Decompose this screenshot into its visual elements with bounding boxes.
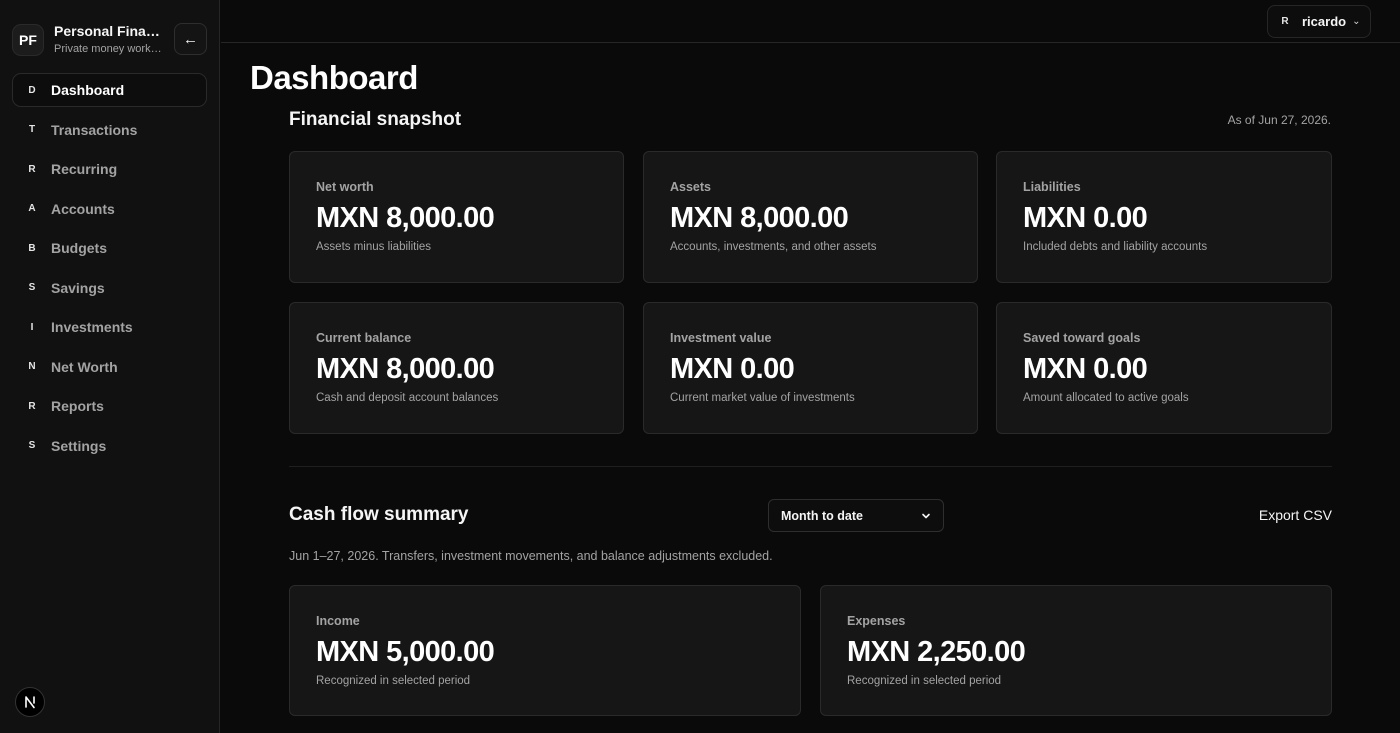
sidebar-item-label: Reports xyxy=(51,398,104,414)
current-balance-card: Current balance MXN 8,000.00 Cash and de… xyxy=(289,302,624,434)
brand-logo: PF xyxy=(12,24,44,56)
sidebar-item-accounts[interactable]: A Accounts xyxy=(12,192,207,226)
card-description: Recognized in selected period xyxy=(316,675,471,687)
financial-snapshot-title: Financial snapshot xyxy=(289,109,462,130)
arrow-left-icon: ← xyxy=(183,30,198,48)
recurring-icon: R xyxy=(28,163,36,175)
sidebar-item-label: Net Worth xyxy=(51,358,118,375)
transactions-icon: T xyxy=(28,124,36,135)
sidebar-item-savings[interactable]: S Savings xyxy=(12,271,207,305)
avatar: R xyxy=(1281,16,1289,27)
card-description: Cash and deposit account balances xyxy=(316,392,499,404)
brand-subtitle: Private money workspace xyxy=(54,43,166,55)
card-value: MXN 8,000.00 xyxy=(316,202,495,234)
sidebar-item-transactions[interactable]: T Transactions xyxy=(12,113,207,147)
period-select[interactable]: Month to date xyxy=(768,499,944,532)
export-csv-button[interactable]: Export CSV xyxy=(1259,507,1332,523)
card-description: Accounts, investments, and other assets xyxy=(670,241,877,253)
topbar: R ricardo ⌄ xyxy=(221,0,1400,43)
sidebar-item-label: Settings xyxy=(51,437,107,454)
card-value: MXN 0.00 xyxy=(1023,202,1148,234)
sidebar-item-reports[interactable]: R Reports xyxy=(12,389,207,423)
brand-text: Personal Finance Private money workspace xyxy=(54,23,166,57)
card-value: MXN 8,000.00 xyxy=(670,202,849,234)
sidebar-item-investments[interactable]: I Investments xyxy=(12,310,207,344)
nextjs-logo-icon xyxy=(25,696,35,709)
card-label: Investment value xyxy=(670,331,772,345)
sidebar-item-net-worth[interactable]: N Net Worth xyxy=(12,350,207,384)
chevron-down-icon: ⌄ xyxy=(1352,16,1361,27)
card-value: MXN 0.00 xyxy=(1023,353,1148,385)
card-label: Liabilities xyxy=(1023,180,1081,194)
card-value: MXN 2,250.00 xyxy=(847,636,1026,668)
sidebar-item-label: Savings xyxy=(51,279,105,296)
liabilities-card: Liabilities MXN 0.00 Included debts and … xyxy=(996,151,1332,283)
card-value: MXN 0.00 xyxy=(670,353,795,385)
period-select-value: Month to date xyxy=(781,508,863,523)
sidebar-item-dashboard[interactable]: D Dashboard xyxy=(12,73,207,107)
card-label: Current balance xyxy=(316,331,412,345)
sidebar: PF Personal Finance Private money worksp… xyxy=(0,0,220,733)
card-description: Included debts and liability accounts xyxy=(1023,241,1208,253)
section-divider xyxy=(289,466,1332,467)
saved-toward-goals-card: Saved toward goals MXN 0.00 Amount alloc… xyxy=(996,302,1332,434)
cash-flow-summary-title: Cash flow summary xyxy=(289,504,469,525)
investments-icon: I xyxy=(30,321,34,333)
dashboard-icon: D xyxy=(28,84,36,96)
brand-name: Personal Finance xyxy=(54,23,166,39)
period-note: Jun 1–27, 2026. Transfers, investment mo… xyxy=(289,549,773,563)
user-menu-button[interactable]: R ricardo ⌄ xyxy=(1267,5,1371,38)
card-label: Assets xyxy=(670,180,711,194)
investment-value-card: Investment value MXN 0.00 Current market… xyxy=(643,302,978,434)
card-value: MXN 8,000.00 xyxy=(316,353,495,385)
sidebar-item-budgets[interactable]: B Budgets xyxy=(12,231,207,265)
sidebar-item-label: Transactions xyxy=(51,121,138,138)
nextjs-dev-badge[interactable] xyxy=(15,687,45,717)
page-title: Dashboard xyxy=(250,59,418,96)
card-value: MXN 5,000.00 xyxy=(316,636,495,668)
assets-card: Assets MXN 8,000.00 Accounts, investment… xyxy=(643,151,978,283)
sidebar-nav: D Dashboard T Transactions R Recurring A… xyxy=(12,73,207,468)
reports-icon: R xyxy=(28,400,36,412)
collapse-sidebar-button[interactable]: ← xyxy=(174,23,207,55)
sidebar-item-label: Accounts xyxy=(51,200,115,217)
sidebar-item-recurring[interactable]: R Recurring xyxy=(12,152,207,186)
sidebar-item-label: Recurring xyxy=(51,161,118,177)
card-label: Net worth xyxy=(316,180,374,194)
sidebar-item-settings[interactable]: S Settings xyxy=(12,429,207,463)
chevron-down-icon xyxy=(922,513,930,518)
net-worth-icon: N xyxy=(28,361,36,372)
user-name: ricardo xyxy=(1302,14,1347,29)
card-label: Saved toward goals xyxy=(1023,331,1141,345)
income-card: Income MXN 5,000.00 Recognized in select… xyxy=(289,585,801,716)
budgets-icon: B xyxy=(28,242,36,254)
expenses-card: Expenses MXN 2,250.00 Recognized in sele… xyxy=(820,585,1332,716)
accounts-icon: A xyxy=(28,203,36,214)
card-label: Income xyxy=(316,614,360,628)
savings-icon: S xyxy=(28,282,36,293)
card-label: Expenses xyxy=(847,614,906,628)
as-of-date: As of Jun 27, 2026. xyxy=(1227,113,1331,127)
sidebar-item-label: Investments xyxy=(51,319,133,335)
sidebar-item-label: Budgets xyxy=(51,240,107,256)
sidebar-item-label: Dashboard xyxy=(51,82,125,98)
card-description: Current market value of investments xyxy=(670,392,855,404)
card-description: Recognized in selected period xyxy=(847,675,1002,687)
settings-icon: S xyxy=(28,440,36,451)
card-description: Amount allocated to active goals xyxy=(1023,392,1189,404)
net-worth-card: Net worth MXN 8,000.00 Assets minus liab… xyxy=(289,151,624,283)
card-description: Assets minus liabilities xyxy=(316,241,432,253)
